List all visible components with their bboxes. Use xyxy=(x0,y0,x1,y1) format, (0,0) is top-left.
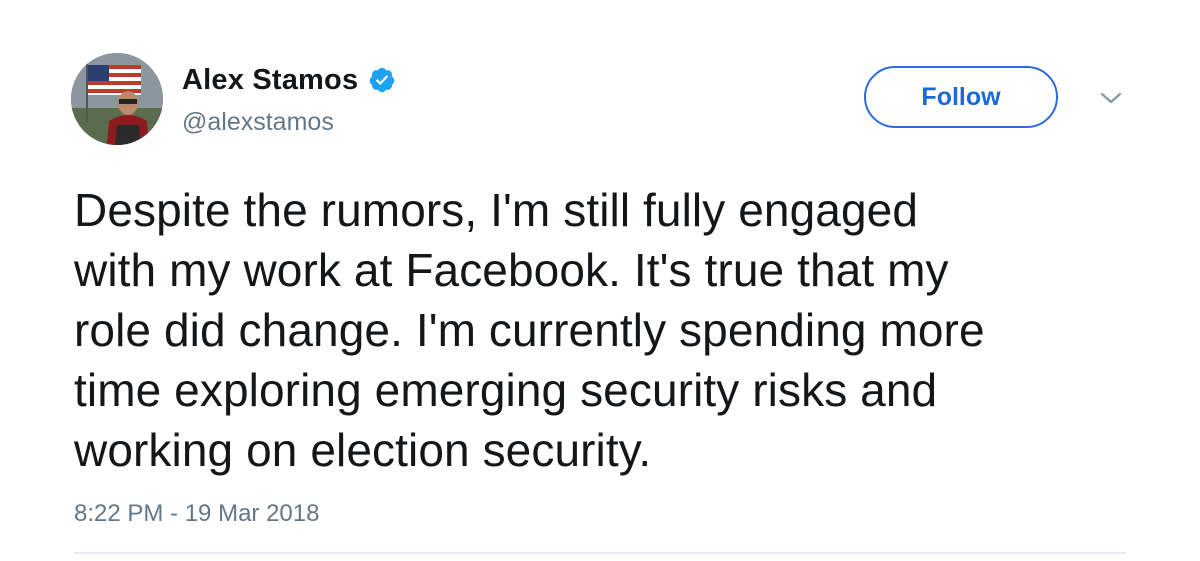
author-name-row: Alex Stamos xyxy=(182,60,396,100)
tweet-timestamp[interactable]: 8:22 PM - 19 Mar 2018 xyxy=(74,500,319,528)
verified-badge-icon xyxy=(370,67,395,93)
author-display-name[interactable]: Alex Stamos xyxy=(182,64,358,97)
chevron-down-icon[interactable] xyxy=(1098,88,1124,108)
avatar[interactable] xyxy=(71,53,163,145)
tweet-card: Alex Stamos @alexstamos Follow Despite t… xyxy=(0,0,1200,561)
tweet-text: Despite the rumors, I'm still fully enga… xyxy=(74,184,985,476)
divider xyxy=(74,552,1126,554)
profile-photo-icon xyxy=(71,53,163,145)
author-handle[interactable]: @alexstamos xyxy=(182,108,334,137)
follow-button[interactable]: Follow xyxy=(864,66,1058,128)
